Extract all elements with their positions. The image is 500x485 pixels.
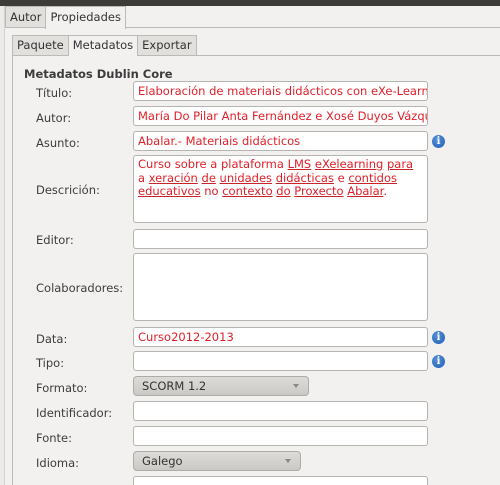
descricion-text-segment: didácticas — [275, 170, 334, 185]
formato-select[interactable]: SCORM 1.2 — [133, 376, 309, 396]
tab-propiedades[interactable]: Propiedades — [45, 6, 126, 29]
inner-tab-bar: Paquete Metadatos Exportar — [12, 35, 197, 56]
titulo-label: Título: — [36, 86, 73, 100]
formato-selected-value: SCORM 1.2 — [142, 379, 207, 393]
tab-metadatos[interactable]: Metadatos — [67, 35, 139, 56]
descricion-text-segment: Proxecto — [294, 184, 344, 198]
idioma-select[interactable]: Galego — [133, 451, 301, 471]
tab-exportar[interactable]: Exportar — [137, 35, 197, 55]
tipo-label: Tipo: — [36, 356, 65, 370]
descricion-text-segment: Abalar — [347, 184, 384, 198]
asunto-label: Asunto: — [36, 136, 80, 150]
descricion-text-segment: Curso sobre a plataforma — [138, 157, 288, 171]
editor-label: Editor: — [36, 233, 74, 247]
asunto-info-icon[interactable]: i — [432, 135, 445, 148]
descricion-text-segment: unidades — [219, 170, 273, 185]
descricion-text-segment: do — [276, 184, 291, 198]
identificador-field[interactable] — [133, 401, 428, 421]
idioma-label: Idioma: — [36, 456, 80, 470]
descricion-text-segment: de — [201, 170, 216, 185]
editor-field[interactable] — [133, 229, 428, 249]
colaboradores-field[interactable] — [133, 253, 428, 321]
descricion-text-segment: para — [386, 157, 414, 171]
idioma-selected-value: Galego — [142, 454, 183, 468]
descricion-text-segment: LMS — [287, 157, 312, 171]
identificador-label: Identificador: — [36, 406, 113, 420]
next-field[interactable] — [133, 476, 428, 485]
section-title: Metadatos Dublin Core — [24, 67, 173, 81]
data-field[interactable]: Curso2012-2013 — [133, 327, 428, 347]
descricion-label: Descrición: — [36, 183, 100, 197]
outer-tab-bar: Autor Propiedades — [5, 6, 126, 29]
chevron-down-icon — [285, 459, 291, 463]
descricion-text-segment: contexto — [222, 184, 273, 198]
formato-label: Formato: — [36, 381, 88, 395]
autor-label: Autor: — [36, 111, 72, 125]
titulo-field[interactable]: Elaboración de materiais didácticos con … — [133, 81, 428, 101]
data-label: Data: — [36, 332, 68, 346]
descricion-text-segment: contidos — [348, 170, 398, 185]
data-info-icon[interactable]: i — [432, 331, 445, 344]
pane-splitter[interactable] — [0, 6, 5, 485]
descricion-text-segment: educativos — [138, 184, 201, 198]
descricion-text-segment: eXelearning — [314, 157, 384, 171]
descricion-text-segment: . — [383, 184, 388, 198]
autor-field[interactable]: María Do Pilar Anta Fernández e Xosé Duy… — [133, 106, 428, 126]
chevron-down-icon — [293, 384, 299, 388]
descricion-field[interactable]: Curso sobre a plataforma LMS eXelearning… — [133, 155, 428, 223]
fonte-label: Fonte: — [36, 431, 72, 445]
descricion-text-segment: a — [138, 170, 149, 185]
descricion-text-segment: xeración — [148, 170, 198, 185]
asunto-field[interactable]: Abalar.- Materiais didácticos — [133, 131, 428, 151]
descricion-text-segment: e — [333, 170, 349, 185]
tab-paquete[interactable]: Paquete — [12, 35, 69, 55]
fonte-field[interactable] — [133, 426, 428, 446]
colaboradores-label: Colaboradores: — [36, 281, 124, 295]
tab-autor[interactable]: Autor — [5, 6, 47, 28]
tipo-info-icon[interactable]: i — [432, 355, 445, 368]
tipo-field[interactable] — [133, 351, 428, 371]
descricion-text-segment: no — [200, 184, 223, 198]
inner-panel-border — [12, 55, 13, 485]
